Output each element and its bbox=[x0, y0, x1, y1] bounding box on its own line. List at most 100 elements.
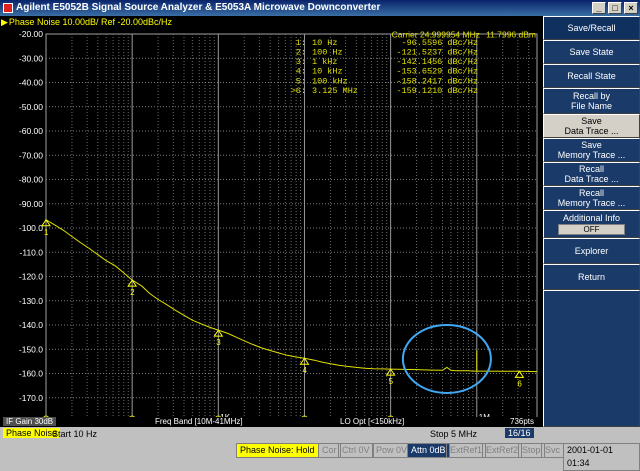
recall-data-trace-button[interactable]: Recall Data Trace ... bbox=[543, 162, 640, 186]
ctrl-value: 0V bbox=[358, 445, 370, 455]
marker-table-value: -121.5237 dBc/Hz bbox=[396, 48, 478, 58]
window-title-bar: Agilent E5052B Signal Source Analyzer & … bbox=[0, 0, 640, 16]
trace-active-icon: ▶ bbox=[1, 17, 8, 27]
datetime: 2001-01-01 01:34 bbox=[563, 443, 640, 471]
marker-table-value: -142.1456 dBc/Hz bbox=[396, 57, 478, 67]
marker-table-freq: 10 Hz bbox=[312, 38, 338, 48]
additional-info-button[interactable]: Additional Info OFF bbox=[543, 210, 640, 238]
recall-data-label: Recall bbox=[578, 164, 604, 174]
file-name-label: File Name bbox=[570, 101, 612, 111]
carrier-power: 11.7996 dBm bbox=[486, 30, 536, 40]
app-icon bbox=[3, 3, 13, 13]
additional-info-label: Additional Info bbox=[562, 213, 621, 223]
marker-table-id: 4: bbox=[296, 67, 306, 77]
ctrl-label: Ctrl bbox=[342, 445, 356, 455]
pow-label: Pow bbox=[376, 445, 394, 455]
save-state-label: Save State bbox=[569, 47, 614, 57]
points-label: 736pts bbox=[510, 417, 535, 426]
marker-table-value: -96.5596 dBc/Hz bbox=[401, 38, 478, 48]
save-data-trace-label: Data Trace ... bbox=[564, 126, 619, 136]
marker-5-label: 5 bbox=[389, 377, 394, 386]
y-tick-label: -30.00 bbox=[19, 53, 43, 63]
y-tick-label: -20.00 bbox=[19, 29, 43, 39]
trace-header: ▶Phase Noise 10.00dB/ Ref -20.00dBc/Hz bbox=[0, 16, 543, 29]
y-tick-label: -170.0 bbox=[19, 393, 43, 403]
marker-table-freq: 1 kHz bbox=[312, 57, 338, 67]
y-tick-label: -100.0 bbox=[19, 223, 43, 233]
recall-by-label: Recall by bbox=[572, 91, 610, 101]
marker-6-icon bbox=[514, 370, 525, 378]
y-tick-label: -120.0 bbox=[19, 272, 43, 282]
marker-1-label: 1 bbox=[44, 228, 49, 237]
save-memory-trace-button[interactable]: Save Memory Trace ... bbox=[543, 138, 640, 162]
marker-4-label: 4 bbox=[302, 366, 307, 375]
recall-data-trace-label: Data Trace ... bbox=[564, 174, 619, 184]
marker-2-label: 2 bbox=[130, 288, 135, 297]
pow-value: 0V bbox=[396, 445, 408, 455]
softkey-blank bbox=[543, 290, 640, 427]
recall-state-label: Recall State bbox=[567, 71, 616, 81]
marker-table-id: 1: bbox=[296, 38, 306, 48]
y-tick-label: -50.00 bbox=[19, 102, 43, 112]
attn-status: Attn 0dB bbox=[407, 443, 450, 458]
recall-memory-trace-label: Memory Trace ... bbox=[557, 198, 626, 208]
maximize-icon[interactable]: □ bbox=[608, 2, 622, 14]
marker-table-id: 2: bbox=[296, 48, 306, 58]
additional-info-value: OFF bbox=[558, 224, 625, 235]
pow-status: Pow 0V bbox=[372, 443, 412, 458]
save-data-trace-button[interactable]: Save Data Trace ... bbox=[543, 114, 640, 138]
marker-table-freq: 100 Hz bbox=[312, 48, 343, 58]
phase-noise-chart[interactable]: -20.00 -30.00 -40.00 -50.00 -60.00 -70.00 -80.… bbox=[0, 29, 543, 427]
plot-area[interactable]: ▶Phase Noise 10.00dB/ Ref -20.00dBc/Hz -… bbox=[0, 16, 543, 427]
softkey-header: Save/Recall bbox=[543, 16, 640, 40]
window-controls: _ □ × bbox=[592, 2, 638, 14]
minimize-icon[interactable]: _ bbox=[592, 2, 606, 14]
save-state-button[interactable]: Save State bbox=[543, 40, 640, 64]
svc-status: Svc bbox=[541, 443, 565, 458]
y-tick-label: -40.00 bbox=[19, 78, 43, 88]
recall-by-file-name-button[interactable]: Recall by File Name bbox=[543, 88, 640, 114]
marker-table-value: -158.2417 dBc/Hz bbox=[396, 76, 478, 86]
return-button[interactable]: Return bbox=[543, 264, 640, 290]
marker-table-value: -159.1210 dBc/Hz bbox=[396, 86, 478, 96]
y-tick-label: -160.0 bbox=[19, 369, 43, 379]
recall-memory-trace-button[interactable]: Recall Memory Trace ... bbox=[543, 186, 640, 210]
explorer-button[interactable]: Explorer bbox=[543, 238, 640, 264]
channel-info-bar: IF Gain 30dB Freq Band [10M-41MHz] LO Op… bbox=[0, 417, 543, 427]
softkey-panel: Save/Recall Save State Recall State Reca… bbox=[543, 16, 640, 427]
sweep-bar: Phase Noise Start 10 Hz Stop 5 MHz 16/16 bbox=[0, 427, 543, 441]
y-tick-label: -140.0 bbox=[19, 320, 43, 330]
marker-table-id: >6: bbox=[291, 86, 306, 96]
freq-band-label: Freq Band [10M-41MHz] bbox=[155, 417, 243, 426]
start-freq-label[interactable]: Start 10 Hz bbox=[52, 429, 97, 439]
extref2-status: ExtRef2 bbox=[482, 443, 523, 458]
save-memory-trace-label: Memory Trace ... bbox=[557, 150, 626, 160]
save-data-label: Save bbox=[581, 116, 602, 126]
recall-memory-label: Recall bbox=[578, 188, 604, 198]
if-gain-label: IF Gain 30dB bbox=[3, 417, 57, 426]
marker-table-freq: 3.125 MHz bbox=[312, 86, 358, 96]
softkey-header-label: Save/Recall bbox=[567, 23, 616, 33]
y-tick-label: -90.00 bbox=[19, 199, 43, 209]
return-label: Return bbox=[577, 272, 605, 282]
hold-status: Phase Noise: Hold bbox=[236, 443, 319, 458]
trace-scale-label: Phase Noise 10.00dB/ Ref -20.00dBc/Hz bbox=[8, 17, 173, 27]
marker-table-id: 5: bbox=[296, 76, 306, 86]
marker-table-freq: 100 kHz bbox=[312, 76, 348, 86]
y-tick-label: -60.00 bbox=[19, 126, 43, 136]
marker-table-value: -153.6529 dBc/Hz bbox=[396, 67, 478, 77]
trace-count-label: 16/16 bbox=[505, 428, 534, 438]
marker-table-freq: 10 kHz bbox=[312, 67, 343, 77]
recall-state-button[interactable]: Recall State bbox=[543, 64, 640, 88]
close-icon[interactable]: × bbox=[624, 2, 638, 14]
marker-table-id: 3: bbox=[296, 57, 306, 67]
y-tick-label: -80.00 bbox=[19, 175, 43, 185]
stop-freq-label[interactable]: Stop 5 MHz bbox=[430, 429, 477, 439]
extref1-status: ExtRef1 bbox=[446, 443, 487, 458]
y-tick-label: -70.00 bbox=[19, 150, 43, 160]
instrument-status-bar: Phase Noise: Hold Cor Ctrl 0V Pow 0V Att… bbox=[0, 441, 640, 471]
ctrl-status: Ctrl 0V bbox=[338, 443, 374, 458]
window-title: Agilent E5052B Signal Source Analyzer & … bbox=[16, 2, 381, 13]
save-memory-label: Save bbox=[581, 140, 602, 150]
explorer-label: Explorer bbox=[574, 246, 609, 256]
